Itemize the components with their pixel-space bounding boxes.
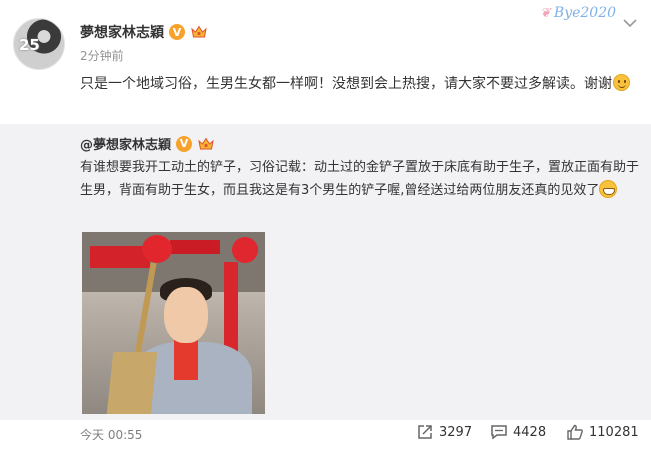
- photo-banner: [90, 246, 150, 268]
- like-icon: [567, 424, 583, 440]
- v-verified-icon: V: [176, 135, 193, 152]
- comment-icon: [491, 425, 507, 440]
- post-text: 只是一个地域习俗，生男生女都一样啊！没想到会上热搜，请大家不要过多解读。谢谢: [80, 72, 635, 96]
- footer-time: 今天 00:55: [80, 428, 143, 442]
- smile-emoji-icon: [613, 74, 630, 91]
- repost-card[interactable]: @夢想家林志穎 V 有谁想要我开工动土的铲子，习俗记载：动土过的金铲子置放于床底…: [0, 124, 651, 420]
- comment-count: 4428: [513, 424, 547, 440]
- like-count: 110281: [589, 424, 639, 440]
- repost-icon: [418, 425, 432, 439]
- crown-icon: [190, 24, 208, 40]
- photo-face: [164, 287, 208, 343]
- comment-button[interactable]: 4428: [490, 423, 546, 441]
- post-time[interactable]: 2分钟前: [80, 47, 124, 64]
- v-verified-icon: V: [169, 24, 185, 40]
- photo-shirt: [174, 340, 198, 380]
- repost-photo[interactable]: [82, 232, 265, 414]
- grin-emoji-icon: [599, 180, 618, 198]
- watermark: ❦ Bye2020: [540, 5, 616, 21]
- repost-text-content: 有谁想要我开工动土的铲子，习俗记载：动土过的金铲子置放于床底有助于生子，置放正面…: [80, 160, 640, 198]
- photo-shovel: [106, 352, 158, 414]
- repost-author-name[interactable]: @夢想家林志穎: [80, 134, 171, 153]
- post-footer: 今天 00:55 3297 4428 110281: [0, 420, 651, 450]
- author-name[interactable]: 夢想家林志穎: [80, 22, 164, 42]
- watermark-text: Bye2020: [553, 5, 617, 21]
- crown-icon: [197, 136, 215, 152]
- post-text-content: 只是一个地域习俗，生男生女都一样啊！没想到会上热搜，请大家不要过多解读。谢谢: [80, 76, 612, 92]
- repost-text: 有谁想要我开工动土的铲子，习俗记载：动土过的金铲子置放于床底有助于生子，置放正面…: [80, 156, 640, 202]
- repost-count: 3297: [439, 424, 473, 440]
- like-button[interactable]: 110281: [566, 423, 639, 441]
- photo-ribbon: [232, 237, 258, 263]
- chevron-down-icon[interactable]: [620, 16, 640, 30]
- photo-banner: [170, 240, 220, 254]
- avatar-number: 25: [19, 36, 40, 54]
- repost-button[interactable]: 3297: [416, 423, 472, 441]
- bird-icon: ❦: [540, 5, 551, 21]
- repost-author: @夢想家林志穎 V: [80, 134, 215, 153]
- photo-ribbon: [142, 235, 172, 263]
- avatar[interactable]: 25: [13, 18, 65, 70]
- post-author: 夢想家林志穎 V: [80, 22, 208, 42]
- weibo-post-card: 25 夢想家林志穎 V 2分钟前 ❦ Bye2020 只是一个地域习俗，生男生女…: [0, 0, 651, 450]
